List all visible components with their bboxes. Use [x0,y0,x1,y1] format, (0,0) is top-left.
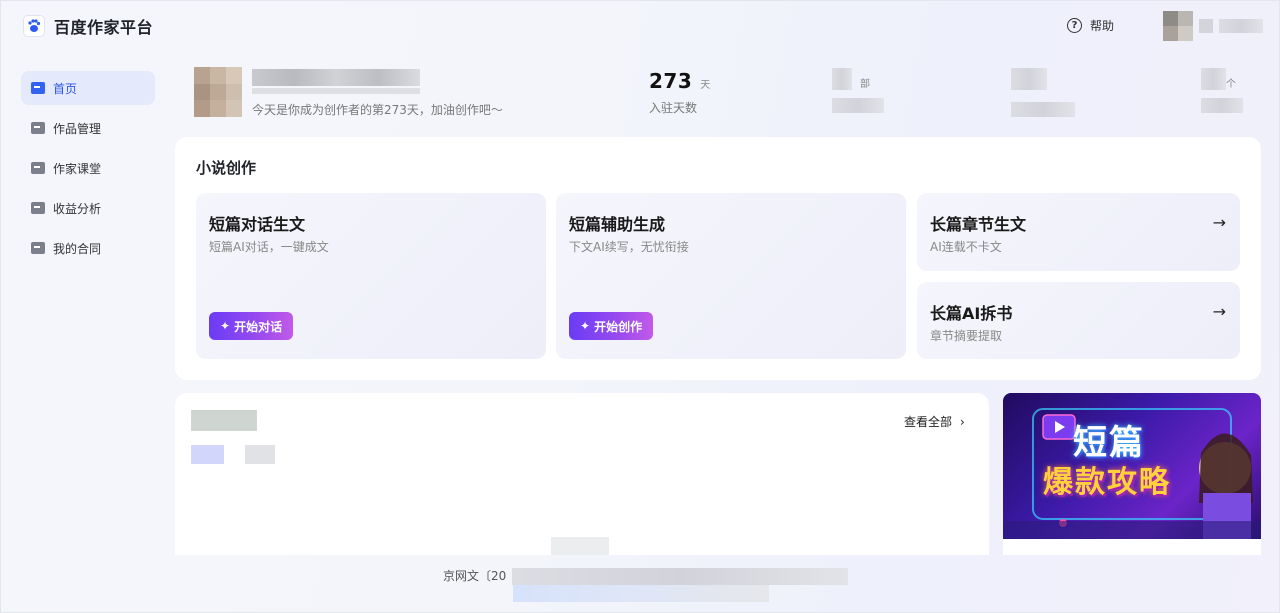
profile-greeting: 今天是你成为创作者的第273天，加油创作吧～ [252,103,503,117]
card-desc: 短篇AI对话，一键成文 [209,240,329,254]
section-title: 小说创作 [196,159,257,177]
sidebar-item-works[interactable]: 作品管理 [21,111,155,145]
chevron-right-icon: › [960,414,965,429]
stat-days: 273 天 入驻天数 [649,69,710,116]
footer-license-blurred [512,568,849,585]
sidebar-item-label: 首页 [53,81,78,96]
stat-income [1011,68,1075,121]
help-label: 帮助 [1090,19,1115,33]
help-icon: ? [1067,18,1082,33]
card-title: 短篇辅助生成 [569,215,666,234]
card-short-dialogue[interactable]: 短篇对话生文 短篇AI对话，一键成文 ✦ 开始对话 [196,193,546,359]
help-button[interactable]: ? 帮助 [1067,17,1114,34]
stat-works: 部 [832,68,884,117]
stat-days-label: 入驻天数 [649,101,698,115]
banner-image: 短篇 爆款攻略 [1003,393,1261,539]
sidebar-item-label: 我的合同 [53,241,102,256]
card-long-chapter[interactable]: 长篇章节生文 AI连载不卡文 → [917,193,1240,271]
top-bar: 百度作家平台 ? 帮助 [1,1,1280,53]
view-all-label: 查看全部 [904,415,953,429]
sparkle-icon: ✦ [220,319,231,333]
empty-placeholder-blurred [551,537,609,555]
income-icon [31,202,45,214]
sidebar-item-income[interactable]: 收益分析 [21,191,155,225]
card-title: 短篇对话生文 [209,215,306,234]
stat-days-unit: 天 [700,80,711,91]
contract-icon [31,242,45,254]
arrow-right-icon: → [1212,213,1226,232]
sparkle-icon: ✦ [580,319,591,333]
paw-icon [23,15,45,37]
avatar [1163,11,1193,41]
username-blurred [1219,19,1263,33]
sidebar-item-contract[interactable]: 我的合同 [21,231,155,265]
profile-avatar [194,67,242,117]
view-all-link[interactable]: 查看全部 › [904,413,965,430]
novel-creation-panel: 小说创作 短篇对话生文 短篇AI对话，一键成文 ✦ 开始对话 短篇辅助生成 下文… [175,137,1261,380]
button-label: 开始对话 [234,319,283,334]
blurred-block [1199,19,1213,33]
footer: 京网文〔20 [1,555,1280,613]
banner-line2: 爆款攻略 [1043,465,1171,500]
works-icon [31,122,45,134]
promo-banner[interactable]: 短篇 爆款攻略 [1003,393,1261,555]
button-label: 开始创作 [594,319,643,334]
footer-link-blurred[interactable] [513,585,769,602]
sidebar: 首页 作品管理 作家课堂 收益分析 我的合同 [21,71,155,271]
card-long-split[interactable]: 长篇AI拆书 章节摘要提取 → [917,282,1240,359]
arrow-right-icon: → [1212,302,1226,321]
card-title: 长篇AI拆书 [930,304,1013,323]
stat-count-label-blurred [1201,98,1243,113]
sidebar-item-classroom[interactable]: 作家课堂 [21,151,155,185]
list-tab-blurred[interactable] [245,445,275,464]
card-short-assist[interactable]: 短篇辅助生成 下文AI续写，无忧衔接 ✦ 开始创作 [556,193,906,359]
card-title: 长篇章节生文 [930,215,1027,234]
footer-license: 京网文〔20 [443,567,849,585]
stat-count: 个 [1201,68,1243,117]
stat-days-value: 273 [649,69,693,93]
user-menu[interactable] [1163,11,1263,41]
profile-sub-blurred [252,88,420,94]
home-icon [31,82,45,94]
works-list-panel: 查看全部 › [175,393,989,555]
classroom-icon [31,162,45,174]
sidebar-item-label: 收益分析 [53,201,102,216]
sidebar-item-label: 作品管理 [53,121,102,136]
card-desc: 章节摘要提取 [930,329,1003,343]
list-title-blurred [191,410,257,431]
card-desc: AI连载不卡文 [930,240,1002,254]
sidebar-item-home[interactable]: 首页 [21,71,155,105]
start-create-button[interactable]: ✦ 开始创作 [569,312,654,340]
app-title: 百度作家平台 [54,18,154,37]
logo[interactable]: 百度作家平台 [23,14,153,38]
sidebar-item-label: 作家课堂 [53,161,102,176]
stat-works-value-blurred [832,68,852,90]
stat-works-unit: 部 [860,79,870,90]
stat-count-unit: 个 [1226,79,1236,90]
stat-income-label-blurred [1011,102,1075,117]
stat-income-value-blurred [1011,68,1047,90]
start-dialogue-button[interactable]: ✦ 开始对话 [209,312,294,340]
footer-license-text: 京网文〔20 [443,569,507,583]
list-tab-blurred[interactable] [191,445,224,464]
profile-name-blurred [252,69,420,86]
stat-count-value-blurred [1201,68,1226,90]
card-desc: 下文AI续写，无忧衔接 [569,240,689,254]
stat-works-label-blurred [832,98,884,113]
